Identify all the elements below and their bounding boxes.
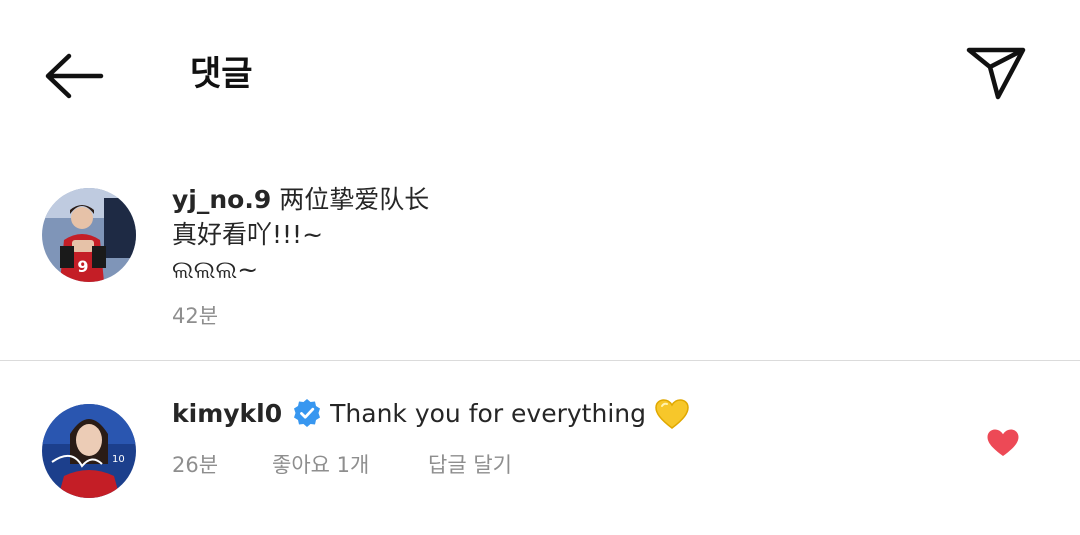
likes-count-link[interactable]: 좋아요 1개 bbox=[272, 449, 428, 479]
comment-meta: 42분 bbox=[172, 300, 218, 330]
comment-meta: 26분 좋아요 1개 답글 달기 bbox=[172, 449, 512, 479]
comment-username[interactable]: yj_no.9 bbox=[172, 185, 271, 214]
avatar[interactable]: 10 bbox=[42, 404, 136, 498]
heart-filled-icon bbox=[987, 429, 1019, 456]
verified-badge-icon bbox=[294, 399, 321, 427]
comment-item: 9 yj_no.9 两位挚爱队长 真好看吖!!!~ ଲଲଲ~ 42분 bbox=[0, 0, 1080, 360]
yellow-heart-icon bbox=[655, 399, 689, 429]
comment-item: 10 kimykl0 Thank you for everything 26분 … bbox=[0, 361, 1080, 535]
reply-button[interactable]: 답글 달기 bbox=[428, 449, 512, 479]
comment-line: 两位挚爱队长 bbox=[279, 185, 430, 214]
comment-time: 26분 bbox=[172, 453, 219, 477]
comment-username[interactable]: kimykl0 bbox=[172, 399, 282, 428]
comment-line: ଲଲଲ~ bbox=[172, 255, 259, 284]
like-button[interactable] bbox=[986, 428, 1026, 464]
comment-body: Thank you for everything bbox=[330, 399, 646, 428]
comment-time: 42분 bbox=[172, 304, 219, 328]
comment-text: yj_no.9 两位挚爱队长 真好看吖!!!~ ଲଲଲ~ bbox=[172, 182, 429, 287]
comment-line: 真好看吖!!!~ bbox=[172, 220, 324, 249]
comment-text: kimykl0 Thank you for everything bbox=[172, 396, 690, 431]
avatar[interactable]: 9 bbox=[42, 188, 136, 282]
svg-text:9: 9 bbox=[77, 257, 88, 276]
svg-text:10: 10 bbox=[112, 454, 125, 465]
